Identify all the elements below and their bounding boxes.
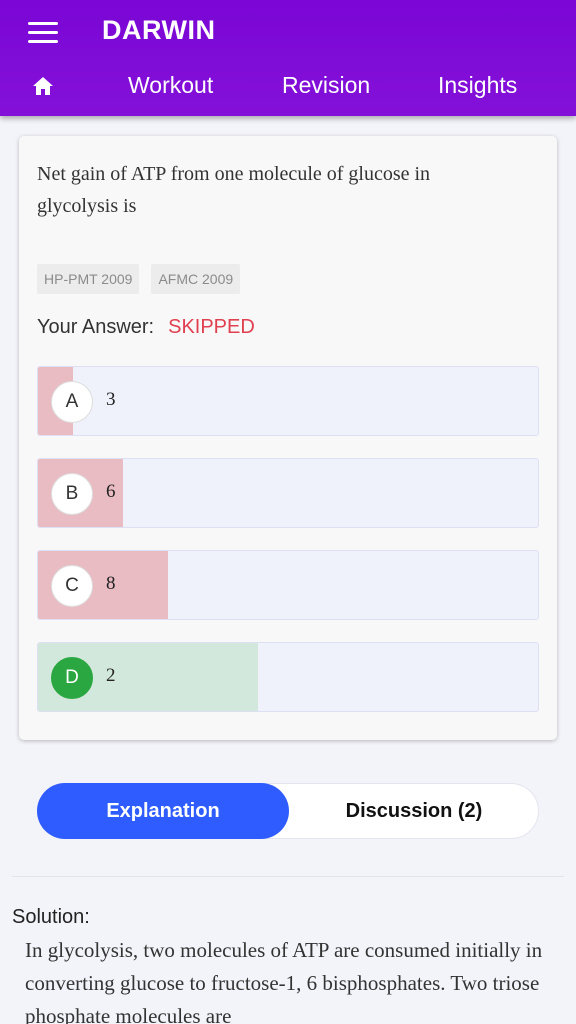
option-c-letter: C — [51, 565, 93, 607]
option-d[interactable]: D 2 — [37, 642, 539, 712]
option-d-text: 2 — [106, 665, 116, 686]
question-tags: HP-PMT 2009 AFMC 2009 — [37, 264, 241, 294]
option-b[interactable]: B 6 — [37, 458, 539, 528]
option-c-text: 8 — [106, 573, 116, 594]
option-a[interactable]: A 3 — [37, 366, 539, 436]
your-answer-status: SKIPPED — [168, 316, 255, 338]
option-c[interactable]: C 8 — [37, 550, 539, 620]
solution-text: In glycolysis, two molecules of ATP are … — [25, 938, 543, 1024]
exam-tag: AFMC 2009 — [151, 264, 241, 294]
app-title: DARWIN — [102, 15, 216, 45]
tab-discussion[interactable]: Discussion (2) — [289, 783, 539, 839]
nav-insights[interactable]: Insights — [438, 72, 517, 99]
option-b-letter: B — [51, 473, 93, 515]
option-a-letter: A — [51, 381, 93, 423]
option-a-text: 3 — [106, 389, 116, 410]
home-icon[interactable] — [30, 74, 56, 98]
divider — [12, 876, 564, 877]
your-answer-label: Your Answer: — [37, 316, 155, 338]
question-text: Net gain of ATP from one molecule of glu… — [37, 163, 431, 217]
exam-tag: HP-PMT 2009 — [37, 264, 140, 294]
nav-workout[interactable]: Workout — [128, 72, 213, 99]
option-b-text: 6 — [106, 481, 116, 502]
explanation-discussion-tabs: Explanation Discussion (2) — [37, 783, 539, 839]
tab-explanation[interactable]: Explanation — [37, 783, 289, 839]
option-d-letter: D — [51, 657, 93, 699]
top-nav: Workout Revision Insights — [0, 70, 576, 104]
solution-heading: Solution: — [12, 906, 90, 928]
question-card: Net gain of ATP from one molecule of glu… — [19, 136, 557, 740]
your-answer-row: Your Answer: SKIPPED — [37, 316, 255, 339]
hamburger-menu-icon[interactable] — [28, 22, 58, 44]
app-bar: DARWIN Workout Revision Insights — [0, 0, 576, 116]
nav-revision[interactable]: Revision — [282, 72, 370, 99]
